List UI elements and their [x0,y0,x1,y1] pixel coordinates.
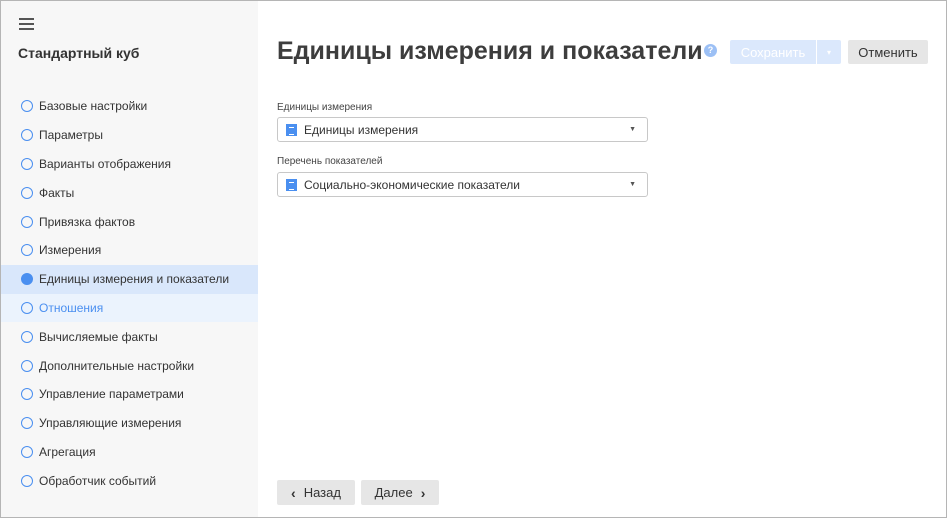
sidebar: Стандартный куб Базовые настройки Парамет… [1,1,258,517]
sidebar-item[interactable]: Единицы измерения и показатели [1,264,258,294]
chevron-down-icon: ▼ [629,126,636,133]
next-label: Далее [374,485,413,500]
sidebar-item-label: Управление параметрами [39,387,184,402]
sidebar-item-label: Управляющие измерения [39,416,182,431]
sidebar-item-label: Агрегация [39,444,96,459]
chevron-right-icon: › [420,484,426,501]
help-icon[interactable]: ? [704,44,717,57]
step-radio-icon [21,301,33,314]
hamburger-menu-icon[interactable] [19,18,34,30]
sidebar-item[interactable]: Факты [1,178,258,207]
indicators-select[interactable]: Социально-экономические показатели ▼ [277,172,648,197]
step-radio-icon [21,273,33,286]
units-value: Единицы измерения [304,122,419,137]
sidebar-item[interactable]: Измерения [1,236,258,265]
sidebar-item[interactable]: Управление параметрами [1,380,258,409]
back-label: Назад [303,485,341,500]
wizard-steps: Базовые настройки Параметры Варианты отобр… [1,92,258,495]
dictionary-icon [286,123,297,136]
sidebar-item[interactable]: Варианты отображения [1,150,258,179]
step-radio-icon [21,100,33,113]
sidebar-item-label: Привязка фактов [39,214,136,229]
window: Стандартный куб Базовые настройки Парамет… [0,0,947,518]
step-radio-icon [21,244,33,257]
sidebar-item-label: Единицы измерения и показатели [39,272,230,287]
cancel-button[interactable]: Отменить [848,40,928,64]
sidebar-item-label: Факты [39,185,75,200]
step-radio-icon [21,129,33,142]
dictionary-icon [286,178,297,191]
save-dropdown-button[interactable]: ▾ [817,40,841,64]
units-label: Единицы измерения [277,102,373,113]
sidebar-item-label: Параметры [39,128,103,143]
step-radio-icon [21,215,33,228]
step-radio-icon [21,417,33,430]
chevron-left-icon: ‹ [291,484,296,501]
sidebar-item[interactable]: Обработчик событий [1,466,258,495]
next-button[interactable]: Далее › [361,480,439,505]
sidebar-item-label: Отношения [39,300,104,315]
sidebar-item-label: Варианты отображения [39,156,172,171]
sidebar-item[interactable]: Дополнительные настройки [1,351,258,380]
page-title: Единицы измерения и показатели [277,37,703,65]
sidebar-item[interactable]: Отношения [1,293,258,323]
step-radio-icon [21,359,33,372]
save-button[interactable]: Сохранить [730,40,816,64]
step-radio-icon [21,330,33,343]
step-radio-icon [21,157,33,170]
units-select[interactable]: Единицы измерения ▼ [277,117,648,142]
indicators-label: Перечень показателей [277,156,383,167]
back-button[interactable]: ‹ Назад [277,480,355,505]
sidebar-item[interactable]: Агрегация [1,438,258,467]
indicators-value: Социально-экономические показатели [304,177,520,192]
sidebar-item-label: Измерения [39,243,102,258]
sidebar-title: Стандартный куб [18,45,140,61]
sidebar-item-label: Дополнительные настройки [39,358,195,373]
sidebar-item-label: Вычисляемые факты [39,329,158,344]
sidebar-item[interactable]: Параметры [1,121,258,150]
step-radio-icon [21,474,33,487]
step-radio-icon [21,186,33,199]
chevron-down-icon: ▼ [629,181,636,188]
sidebar-item[interactable]: Вычисляемые факты [1,322,258,351]
step-radio-icon [21,388,33,401]
sidebar-item-label: Базовые настройки [39,99,148,114]
sidebar-item[interactable]: Управляющие измерения [1,409,258,438]
step-radio-icon [21,445,33,458]
sidebar-item[interactable]: Базовые настройки [1,92,258,121]
sidebar-item-label: Обработчик событий [39,473,157,488]
sidebar-item[interactable]: Привязка фактов [1,207,258,236]
